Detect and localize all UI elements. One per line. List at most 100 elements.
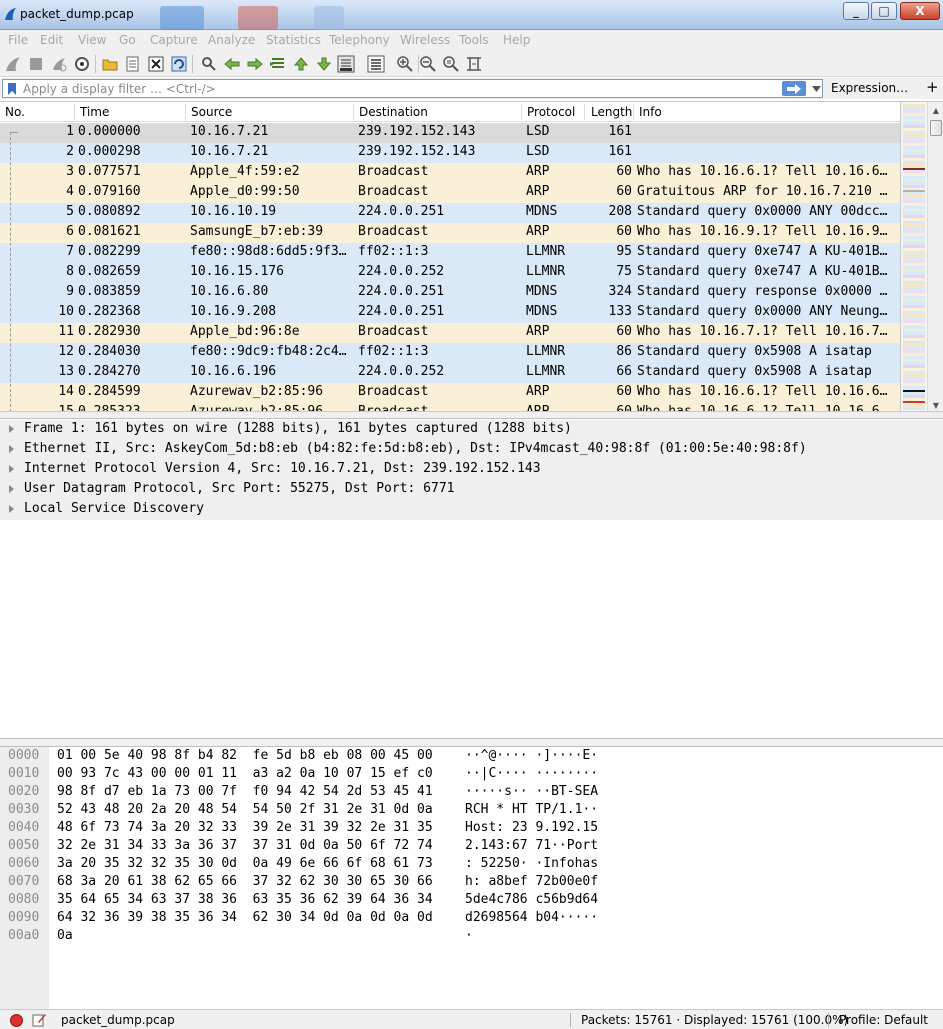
- last-packet-icon[interactable]: [315, 55, 333, 73]
- stop-capture-icon[interactable]: [27, 55, 45, 73]
- minimize-button[interactable]: _: [843, 2, 869, 20]
- zoom-out-icon[interactable]: [419, 55, 437, 73]
- detail-tree-item[interactable]: Local Service Discovery: [0, 500, 943, 520]
- packet-row[interactable]: 8 0.082659 10.16.15.176 224.0.0.252 LLMNR 75 S…: [0, 263, 900, 283]
- packet-row[interactable]: 12 0.284030 fe80::9dc9:fb48:2c4… ff02::1:3 L…: [0, 343, 900, 363]
- colorize-icon[interactable]: [367, 55, 385, 73]
- detail-tree-item[interactable]: User Datagram Protocol, Src Port: 55275,…: [0, 480, 943, 500]
- maximize-button[interactable]: □: [871, 2, 897, 20]
- scroll-up-arrow-icon[interactable]: ▲: [928, 102, 943, 118]
- file-set-icon[interactable]: [124, 55, 142, 73]
- add-filter-button[interactable]: +: [926, 78, 939, 96]
- packet-row[interactable]: 13 0.284270 10.16.6.196 224.0.0.252 LLMNR 66 S…: [0, 363, 900, 383]
- go-back-icon[interactable]: [223, 55, 241, 73]
- column-divider[interactable]: [185, 104, 186, 120]
- packet-minimap[interactable]: [900, 102, 927, 411]
- expand-arrow-icon[interactable]: [9, 485, 14, 493]
- expression-button[interactable]: Expression…: [831, 81, 908, 95]
- menu-tools[interactable]: Tools: [459, 33, 489, 47]
- byte-row[interactable]: 0060 3a 20 35 32 32 35 30 0d 0a 49 6e 66 …: [0, 856, 943, 874]
- expand-arrow-icon[interactable]: [9, 465, 14, 473]
- column-header-length[interactable]: Length: [591, 105, 632, 119]
- byte-row[interactable]: 0050 32 2e 31 34 33 3a 36 37 37 31 0d 0a …: [0, 838, 943, 856]
- byte-row[interactable]: 0080 35 64 65 34 63 37 38 36 63 35 36 62 …: [0, 892, 943, 910]
- menu-analyze[interactable]: Analyze: [208, 33, 255, 47]
- menu-edit[interactable]: Edit: [40, 33, 63, 47]
- menu-wireless[interactable]: Wireless: [400, 33, 450, 47]
- byte-row[interactable]: 0040 48 6f 73 74 3a 20 32 33 39 2e 31 39 …: [0, 820, 943, 838]
- byte-row[interactable]: 0070 68 3a 20 61 38 62 65 66 37 32 62 30 …: [0, 874, 943, 892]
- byte-row[interactable]: 0020 98 8f d7 eb 1a 73 00 7f f0 94 42 54 …: [0, 784, 943, 802]
- zoom-in-icon[interactable]: [396, 55, 414, 73]
- column-header-no[interactable]: No.: [5, 105, 25, 119]
- packet-row[interactable]: 4 0.079160 Apple_d0:99:50 Broadcast ARP 60 Gra…: [0, 183, 900, 203]
- packet-row[interactable]: 9 0.083859 10.16.6.80 224.0.0.251 MDNS 324 Sta…: [0, 283, 900, 303]
- byte-row[interactable]: 0010 00 93 7c 43 00 00 01 11 a3 a2 0a 10 …: [0, 766, 943, 784]
- packet-row[interactable]: 11 0.282930 Apple_bd:96:8e Broadcast ARP 60 Wh…: [0, 323, 900, 343]
- expand-arrow-icon[interactable]: [9, 425, 14, 433]
- go-to-packet-icon[interactable]: [269, 55, 287, 73]
- display-filter-input[interactable]: [23, 81, 763, 97]
- restart-capture-icon[interactable]: [50, 55, 68, 73]
- menu-statistics[interactable]: Statistics: [266, 33, 321, 47]
- apply-filter-arrow-icon[interactable]: [782, 81, 806, 96]
- capture-options-icon[interactable]: [73, 55, 91, 73]
- first-packet-icon[interactable]: [292, 55, 310, 73]
- column-header-source[interactable]: Source: [191, 105, 232, 119]
- menu-go[interactable]: Go: [119, 33, 136, 47]
- find-packet-icon[interactable]: [200, 55, 218, 73]
- packet-row[interactable]: 5 0.080892 10.16.10.19 224.0.0.251 MDNS 208 St…: [0, 203, 900, 223]
- reload-file-icon[interactable]: [170, 55, 188, 73]
- expand-arrow-icon[interactable]: [9, 505, 14, 513]
- packet-row[interactable]: 7 0.082299 fe80::98d8:6dd5:9f3… ff02::1:3 LL…: [0, 243, 900, 263]
- column-divider[interactable]: [633, 104, 634, 120]
- menu-file[interactable]: File: [8, 33, 28, 47]
- detail-tree-item[interactable]: Internet Protocol Version 4, Src: 10.16.…: [0, 460, 943, 480]
- packet-row[interactable]: 6 0.081621 SamsungE_b7:eb:39 Broadcast ARP 60…: [0, 223, 900, 243]
- packet-row[interactable]: 14 0.284599 Azurewav_b2:85:96 Broadcast ARP 6…: [0, 383, 900, 403]
- auto-scroll-icon[interactable]: [337, 55, 355, 73]
- column-divider[interactable]: [353, 104, 354, 120]
- filter-history-chevron-down-icon[interactable]: [812, 86, 821, 92]
- display-filter-field[interactable]: [2, 79, 823, 98]
- packet-row[interactable]: 15 0.285323 Azurewav_b2:85:96 Broadcast ARP 6…: [0, 403, 900, 411]
- menu-view[interactable]: View: [78, 33, 106, 47]
- menu-telephony[interactable]: Telephony: [329, 33, 390, 47]
- column-header-time[interactable]: Time: [80, 105, 109, 119]
- byte-row[interactable]: 0000 01 00 5e 40 98 8f b4 82 fe 5d b8 eb …: [0, 748, 943, 766]
- column-header-destination[interactable]: Destination: [359, 105, 428, 119]
- byte-row[interactable]: 0090 64 32 36 39 38 35 36 34 62 30 34 0d …: [0, 910, 943, 928]
- byte-row[interactable]: 0030 52 43 48 20 2a 20 48 54 54 50 2f 31 …: [0, 802, 943, 820]
- byte-row[interactable]: 00a0 0a ·: [0, 928, 943, 946]
- menu-help[interactable]: Help: [503, 33, 530, 47]
- bookmark-icon[interactable]: [7, 82, 17, 96]
- packet-row[interactable]: 3 0.077571 Apple_4f:59:e2 Broadcast ARP 60 Who…: [0, 163, 900, 183]
- packet-row[interactable]: 2 0.000298 10.16.7.21 239.192.152.143 LSD 161: [0, 143, 900, 163]
- open-file-icon[interactable]: [101, 55, 119, 73]
- scroll-thumb[interactable]: [930, 120, 942, 136]
- edit-comment-icon[interactable]: [32, 1013, 47, 1027]
- column-header-protocol[interactable]: Protocol: [527, 105, 575, 119]
- column-header-info[interactable]: Info: [639, 105, 662, 119]
- packet-protocol: LLMNR: [526, 264, 566, 279]
- close-window-button[interactable]: X: [900, 2, 940, 20]
- pane-splitter[interactable]: [0, 739, 943, 746]
- go-forward-icon[interactable]: [246, 55, 264, 73]
- resize-columns-icon[interactable]: [465, 55, 483, 73]
- close-file-icon[interactable]: [147, 55, 165, 73]
- scroll-down-arrow-icon[interactable]: ▼: [928, 397, 943, 411]
- packet-list-scrollbar[interactable]: ▲ ▼: [927, 102, 943, 411]
- status-profile[interactable]: Profile: Default: [839, 1013, 928, 1027]
- expand-arrow-icon[interactable]: [9, 445, 14, 453]
- expert-info-error-icon[interactable]: [10, 1014, 23, 1027]
- detail-tree-item[interactable]: Frame 1: 161 bytes on wire (1288 bits), …: [0, 420, 943, 440]
- normal-size-icon[interactable]: [442, 55, 460, 73]
- column-divider[interactable]: [74, 104, 75, 120]
- packet-row[interactable]: 10 0.282368 10.16.9.208 224.0.0.251 MDNS 133 S…: [0, 303, 900, 323]
- menu-capture[interactable]: Capture: [150, 33, 198, 47]
- shark-fin-start-icon[interactable]: [4, 55, 22, 73]
- column-divider[interactable]: [584, 104, 585, 120]
- detail-tree-item[interactable]: Ethernet II, Src: AskeyCom_5d:b8:eb (b4:…: [0, 440, 943, 460]
- packet-row[interactable]: 1 0.000000 10.16.7.21 239.192.152.143 LSD 161: [0, 123, 900, 143]
- column-divider[interactable]: [521, 104, 522, 120]
